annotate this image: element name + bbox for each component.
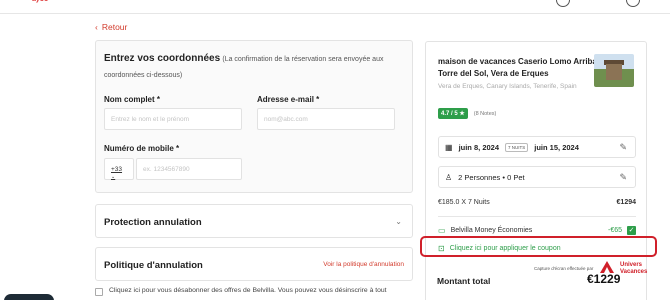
- total-value: €1229: [587, 272, 621, 286]
- calendar-icon: ▦: [445, 142, 453, 152]
- mobile-input[interactable]: [143, 166, 235, 173]
- top-bar: ayoo: [0, 0, 670, 14]
- email-label: Adresse e-mail *: [257, 95, 320, 104]
- back-label: Retour: [101, 22, 128, 32]
- price-value: €1294: [616, 199, 636, 206]
- view-policy-link[interactable]: Voir la politique d'annulation: [323, 261, 404, 268]
- checkout-date: juin 15, 2024: [534, 142, 579, 152]
- full-name-label: Nom complet *: [104, 95, 161, 104]
- newsletter-optout[interactable]: Cliquez ici pour vous désabonner des off…: [95, 287, 387, 296]
- chevron-down-icon[interactable]: ⌄: [395, 217, 402, 226]
- thumbnail-house: [606, 64, 622, 80]
- belvilla-money-row[interactable]: ▭ Belvilla Money Économies -€65 ✓: [438, 226, 636, 235]
- nights-badge: 7 NUITS: [505, 142, 529, 152]
- price-label: €185.0 X 7 Nuits: [438, 199, 490, 206]
- cancellation-protection-section[interactable]: Protection annulation ⌄: [95, 204, 413, 238]
- email-field[interactable]: [257, 108, 395, 130]
- divider: [438, 216, 636, 217]
- chat-widget-button[interactable]: [4, 294, 54, 300]
- back-link[interactable]: ‹ Retour: [95, 22, 127, 32]
- savings-value: -€65: [607, 227, 622, 234]
- guests-row[interactable]: ♙ 2 Personnes • 0 Pet ✎: [438, 166, 636, 188]
- total-label: Montant total: [437, 276, 491, 286]
- contact-form: Entrez vos coordonnées (La confirmation …: [95, 40, 413, 193]
- policy-title: Politique d'annulation: [104, 260, 203, 271]
- checkin-date: juin 8, 2024: [458, 142, 499, 152]
- wallet-icon: ▭: [438, 226, 446, 235]
- brand-line-2: Vacances: [620, 269, 648, 275]
- property-name: maison de vacances Caserio Lomo Arriba T…: [438, 57, 597, 78]
- dates-row[interactable]: ▦ juin 8, 2024 7 NUITS juin 15, 2024 ✎: [438, 136, 636, 158]
- brand-logo[interactable]: ayoo: [32, 0, 48, 3]
- account-icon[interactable]: [626, 0, 640, 7]
- mobile-field[interactable]: [136, 158, 242, 180]
- newsletter-checkbox[interactable]: [95, 288, 103, 296]
- savings-label: Belvilla Money Économies: [450, 227, 533, 234]
- form-heading: Entrez vos coordonnées (La confirmation …: [104, 51, 404, 83]
- chevron-left-icon: ‹: [95, 22, 98, 32]
- country-code-select[interactable]: +33 ⌄: [104, 158, 134, 180]
- cancellation-policy-section: Politique d'annulation Voir la politique…: [95, 247, 413, 281]
- watermark-caption: Capture d'écran effectuée par: [534, 266, 594, 271]
- email-input[interactable]: [264, 116, 388, 123]
- rating-notes: (8 Notes): [473, 110, 497, 117]
- chevron-down-icon: ⌄: [111, 174, 116, 180]
- country-code-value: +33: [111, 166, 123, 173]
- help-icon[interactable]: [556, 0, 570, 7]
- univers-vacances-logo: Univers Vacances: [620, 262, 647, 276]
- nightly-price-line: €185.0 X 7 Nuits €1294: [438, 199, 636, 206]
- property-location: Vera de Erques, Canary Islands, Tenerife…: [438, 83, 577, 90]
- guests-icon: ♙: [445, 172, 453, 182]
- newsletter-text: Cliquez ici pour vous désabonner des off…: [109, 287, 387, 294]
- rating: 4.7 / 5 ★ (8 Notes): [438, 108, 496, 119]
- coupon-highlight-box: [420, 236, 657, 257]
- protection-title: Protection annulation: [104, 217, 202, 228]
- guests-value: 2 Personnes • 0 Pet: [458, 172, 525, 182]
- form-title: Entrez vos coordonnées: [104, 53, 221, 64]
- edit-dates-pencil-icon[interactable]: ✎: [619, 142, 627, 153]
- rating-badge: 4.7 / 5 ★: [438, 108, 468, 119]
- edit-guests-pencil-icon[interactable]: ✎: [619, 172, 627, 183]
- full-name-field[interactable]: [104, 108, 242, 130]
- property-thumbnail[interactable]: [594, 54, 634, 87]
- full-name-input[interactable]: [111, 116, 235, 123]
- brand-line-1: Univers: [620, 262, 643, 268]
- savings-checkbox[interactable]: ✓: [627, 226, 636, 235]
- mobile-label: Numéro de mobile *: [104, 144, 180, 153]
